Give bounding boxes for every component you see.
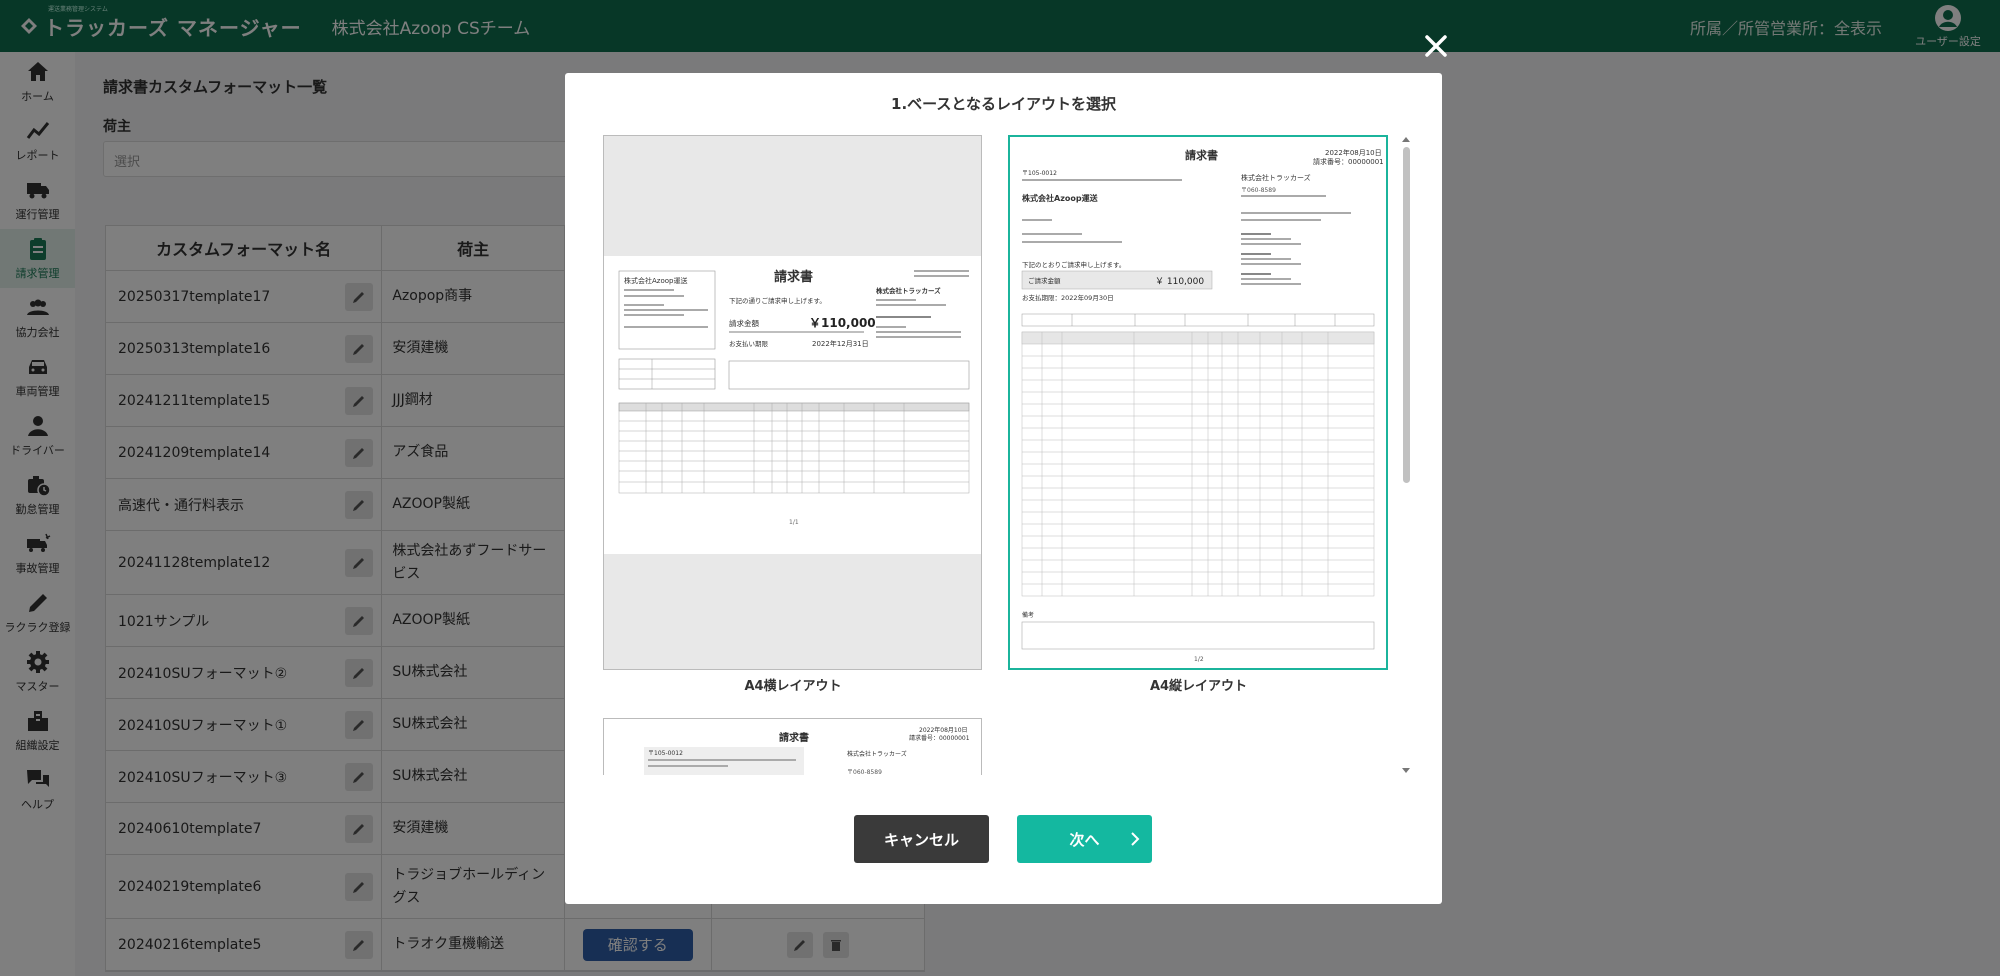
preview-postal2: 〒060-8589 bbox=[847, 769, 882, 775]
preview-client-name: 株式会社Azoop運送 bbox=[1022, 193, 1099, 203]
preview-seller: 株式会社トラッカーズ bbox=[847, 750, 907, 758]
preview-page-number: 1/1 bbox=[789, 519, 799, 526]
next-button[interactable]: 次へ bbox=[1017, 815, 1152, 863]
preview-seller: 株式会社トラッカーズ bbox=[876, 286, 941, 295]
preview-postal2: 〒060-8589 bbox=[1241, 187, 1276, 194]
modal-title: 1.ベースとなるレイアウトを選択 bbox=[891, 95, 1116, 113]
preview-total-label: 請求金額 bbox=[729, 318, 759, 328]
preview-page-number: 1/2 bbox=[1194, 656, 1204, 663]
scroll-down-arrow-icon[interactable] bbox=[1402, 768, 1410, 773]
modal-backdrop[interactable]: 1.ベースとなるレイアウトを選択 株式会社Azoop運送 請求書 下記の通りご請… bbox=[0, 0, 2000, 976]
layout-card-a4-portrait[interactable]: 請求書 2022年08月10日 請求番号：00000001 〒105-0012 … bbox=[1008, 135, 1389, 695]
next-button-label: 次へ bbox=[1069, 830, 1100, 849]
preview-due: 2022年12月31日 bbox=[812, 339, 869, 348]
preview-date: 2022年08月10日 bbox=[919, 726, 968, 734]
layout-preview-portrait: 請求書 2022年08月10日 請求番号：00000001 〒105-0012 … bbox=[1008, 135, 1388, 670]
layout-label: A4縦レイアウト bbox=[1149, 679, 1248, 694]
chevron-right-icon bbox=[1131, 832, 1140, 846]
preview-total: ￥ 110,000 bbox=[1155, 277, 1204, 287]
preview-number: 請求番号：00000001 bbox=[1313, 157, 1384, 166]
preview-greeting: 下記の通りご請求申し上げます。 bbox=[729, 296, 826, 305]
scrollbar-thumb[interactable] bbox=[1403, 147, 1410, 483]
preview-title: 請求書 bbox=[779, 731, 809, 744]
preview-total: ￥110,000 bbox=[809, 316, 876, 330]
layout-preview-third: 請求書 2022年08月10日 請求番号：00000001 〒105-0012 … bbox=[603, 718, 982, 775]
invoice-landscape-preview: 株式会社Azoop運送 請求書 下記の通りご請求申し上げます。 請求金額 ￥11… bbox=[618, 269, 970, 526]
gallery-scrollbar[interactable] bbox=[1401, 135, 1411, 775]
layout-card-a4-landscape[interactable]: 株式会社Azoop運送 請求書 下記の通りご請求申し上げます。 請求金額 ￥11… bbox=[603, 135, 983, 695]
preview-title: 請求書 bbox=[1185, 148, 1218, 162]
invoice-portrait-preview: 請求書 2022年08月10日 請求番号：00000001 〒105-0012 … bbox=[1021, 148, 1384, 663]
preview-number: 請求番号：00000001 bbox=[909, 734, 970, 742]
preview-client-name: 株式会社Azoop運送 bbox=[624, 276, 687, 285]
layout-label: A4横レイアウト bbox=[744, 679, 842, 694]
close-icon[interactable] bbox=[1423, 33, 1449, 59]
layout-card-third[interactable]: 請求書 2022年08月10日 請求番号：00000001 〒105-0012 … bbox=[603, 718, 983, 775]
preview-remarks-label: 備考 bbox=[1022, 611, 1034, 619]
scroll-up-arrow-icon[interactable] bbox=[1402, 137, 1410, 142]
layout-preview-landscape: 株式会社Azoop運送 請求書 下記の通りご請求申し上げます。 請求金額 ￥11… bbox=[603, 135, 982, 670]
preview-amount-box: ご請求金額 bbox=[1028, 276, 1061, 285]
preview-title: 請求書 bbox=[774, 269, 813, 285]
preview-greeting: 下記のとおりご請求申し上げます。 bbox=[1022, 260, 1125, 269]
preview-due: お支払期限：2022年09月30日 bbox=[1022, 293, 1114, 302]
preview-seller: 株式会社トラッカーズ bbox=[1241, 173, 1311, 182]
preview-postal: 〒105-0012 bbox=[648, 750, 683, 757]
layout-select-modal: 1.ベースとなるレイアウトを選択 株式会社Azoop運送 請求書 下記の通りご請… bbox=[565, 73, 1442, 904]
preview-date: 2022年08月10日 bbox=[1325, 148, 1382, 157]
preview-postal: 〒105-0012 bbox=[1022, 170, 1057, 177]
cancel-button[interactable]: キャンセル bbox=[854, 815, 989, 863]
preview-due-label: お支払い期限 bbox=[729, 339, 769, 348]
layout-gallery: 株式会社Azoop運送 請求書 下記の通りご請求申し上げます。 請求金額 ￥11… bbox=[603, 135, 1398, 775]
invoice-third-preview: 請求書 2022年08月10日 請求番号：00000001 〒105-0012 … bbox=[644, 726, 970, 775]
